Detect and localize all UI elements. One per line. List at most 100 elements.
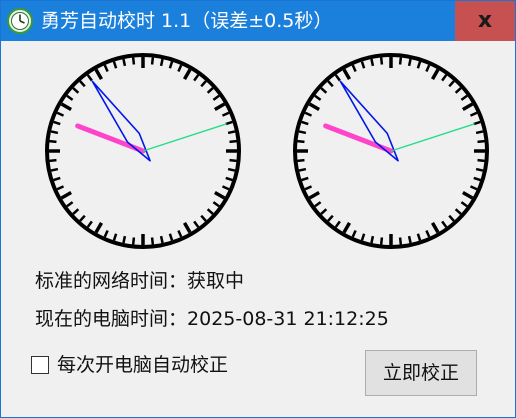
minute-tick	[297, 139, 305, 144]
minute-tick	[469, 111, 478, 117]
minute-tick	[168, 61, 174, 69]
network-time-value: 获取中	[187, 270, 245, 292]
minute-tick	[177, 229, 183, 238]
network-time-label: 标准的网络时间：	[35, 270, 188, 292]
auto-calibrate-label[interactable]: 每次开电脑自动校正	[57, 353, 228, 377]
minute-tick	[370, 235, 375, 244]
hour-tick	[430, 68, 440, 80]
minute-tick	[103, 64, 109, 73]
calibrate-now-button[interactable]: 立即校正	[365, 350, 477, 396]
minute-tick	[212, 94, 220, 101]
minute-tick	[79, 80, 86, 88]
minute-tick	[360, 61, 366, 69]
minute-tick	[334, 220, 341, 228]
minute-tick	[370, 58, 375, 67]
minute-tick	[475, 130, 484, 135]
minute-tick	[379, 57, 384, 65]
computer-time-clock	[293, 53, 489, 249]
minute-tick	[225, 176, 233, 182]
minute-tick	[193, 74, 200, 82]
minute-tick	[221, 185, 230, 191]
minute-tick	[72, 208, 80, 215]
hour-tick	[462, 102, 474, 112]
minute-tick	[168, 233, 174, 241]
close-button[interactable]: x	[455, 1, 515, 41]
minute-tick	[320, 208, 328, 215]
minute-tick	[53, 176, 61, 182]
minute-tick	[469, 185, 478, 191]
minute-tick	[177, 64, 183, 73]
minute-tick	[448, 214, 455, 222]
minute-tick	[122, 58, 127, 67]
minute-tick	[416, 61, 422, 69]
minute-tick	[200, 214, 207, 222]
minute-tick	[477, 158, 485, 163]
minute-tick	[193, 220, 200, 228]
minute-tick	[320, 87, 328, 94]
hour-tick	[94, 68, 104, 80]
minute-tick	[227, 167, 236, 172]
minute-tick	[298, 167, 307, 172]
minute-tick	[334, 74, 341, 82]
minute-tick	[112, 233, 118, 241]
computer-time-row: 现在的电脑时间：2025-08-31 21:12:25	[35, 307, 389, 331]
minute-tick	[441, 74, 448, 82]
network-time-clock	[45, 53, 241, 249]
hour-tick	[182, 222, 192, 234]
auto-calibrate-checkbox[interactable]	[31, 356, 49, 374]
minute-tick	[416, 233, 422, 241]
title-bar[interactable]: 勇芳自动校时 1.1（误差±0.5秒） x	[1, 1, 515, 41]
minute-tick	[477, 139, 485, 144]
hour-tick	[430, 222, 440, 234]
minute-tick	[131, 237, 136, 245]
minute-tick	[301, 176, 309, 182]
minute-tick	[229, 139, 237, 144]
minute-tick	[351, 64, 357, 73]
minute-tick	[122, 235, 127, 244]
minute-tick	[314, 201, 322, 208]
minute-tick	[407, 235, 412, 244]
minute-tick	[314, 94, 322, 101]
minute-tick	[407, 58, 412, 67]
minute-tick	[112, 61, 118, 69]
minute-tick	[150, 237, 155, 245]
clock-app-icon[interactable]	[7, 8, 33, 34]
minute-tick	[56, 111, 65, 117]
minute-tick	[49, 139, 57, 144]
minute-tick	[50, 130, 59, 135]
minute-tick	[56, 185, 65, 191]
minute-tick	[454, 208, 462, 215]
second-hand	[390, 123, 475, 152]
hour-tick	[60, 102, 72, 112]
minute-tick	[398, 57, 403, 65]
hour-tick	[308, 190, 320, 200]
minute-tick	[66, 201, 74, 208]
minute-tick	[86, 74, 93, 82]
minute-tick	[200, 80, 207, 88]
minute-tick	[150, 57, 155, 65]
minute-tick	[360, 233, 366, 241]
minute-tick	[72, 87, 80, 94]
minute-tick	[79, 214, 86, 222]
minute-tick	[225, 120, 233, 126]
minute-tick	[448, 80, 455, 88]
hour-tick	[94, 222, 104, 234]
minute-tick	[398, 237, 403, 245]
computer-time-label: 现在的电脑时间：	[35, 308, 188, 330]
hour-tick	[342, 222, 352, 234]
minute-tick	[229, 158, 237, 163]
computer-time-value: 2025-08-31 21:12:25	[187, 308, 389, 330]
hour-tick	[308, 102, 320, 112]
minute-tick	[351, 229, 357, 238]
second-hand	[142, 123, 227, 152]
hour-tick	[60, 190, 72, 200]
minute-tick	[212, 201, 220, 208]
hour-tick	[214, 102, 226, 112]
minute-tick	[425, 229, 431, 238]
app-window: 勇芳自动校时 1.1（误差±0.5秒） x 标准的网络时间：获取中 现在的电脑时…	[0, 0, 516, 418]
minute-tick	[304, 111, 313, 117]
minute-tick	[131, 57, 136, 65]
hour-tick	[462, 190, 474, 200]
hour-tick	[342, 68, 352, 80]
minute-tick	[53, 120, 61, 126]
